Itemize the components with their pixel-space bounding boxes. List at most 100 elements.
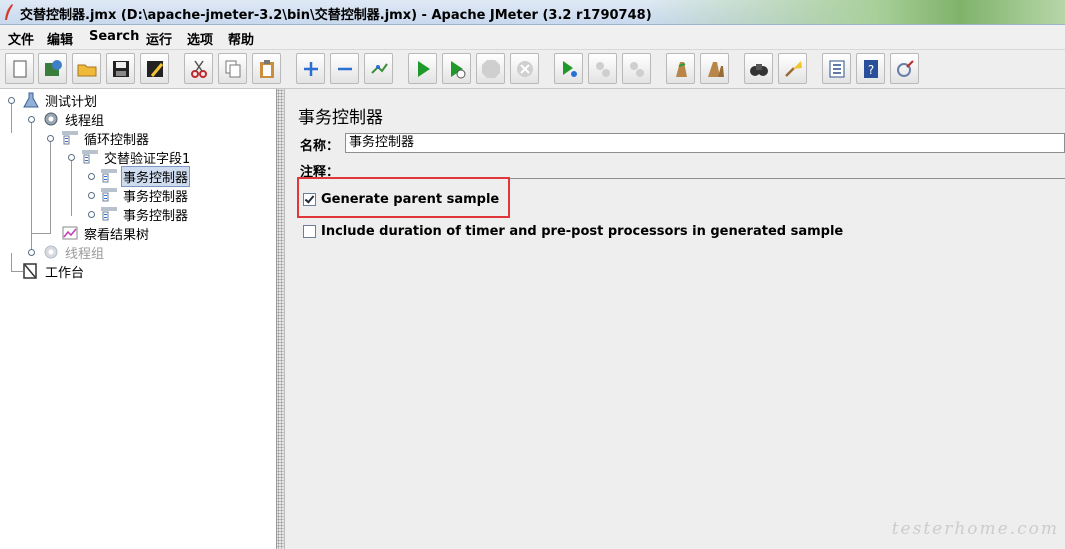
tree-node-interleave-controller[interactable]: 交替验证字段1 <box>81 148 192 167</box>
tree-node-workbench[interactable]: 工作台 <box>22 262 86 281</box>
remote-stop-all-button[interactable] <box>588 53 617 84</box>
save-as-button[interactable] <box>140 53 169 84</box>
expand-handle[interactable] <box>68 154 75 161</box>
split-pane-divider[interactable] <box>277 89 285 549</box>
function-helper-icon <box>829 60 844 77</box>
menu-options[interactable]: 选项 <box>187 29 213 48</box>
expand-handle[interactable] <box>88 211 95 218</box>
checkbox-label: Include duration of timer and pre-post p… <box>321 224 844 239</box>
expand-handle[interactable] <box>88 192 95 199</box>
new-button[interactable] <box>5 53 34 84</box>
checkbox-label: Generate parent sample <box>321 192 500 207</box>
tree-node-transaction-controller-1[interactable]: 事务控制器 <box>100 165 191 187</box>
open-icon <box>77 64 96 76</box>
tree-node-transaction-controller-2[interactable]: 事务控制器 <box>100 186 190 205</box>
toolbar: ? <box>0 50 1065 89</box>
clear-all-button[interactable] <box>700 53 729 84</box>
menu-run[interactable]: 运行 <box>146 29 172 48</box>
expand-handle[interactable] <box>47 135 54 142</box>
log-viewer-button[interactable] <box>890 53 919 84</box>
start-icon <box>417 60 430 77</box>
generate-parent-sample-checkbox[interactable]: Generate parent sample <box>303 192 499 207</box>
expand-icon <box>303 61 318 76</box>
workbench-icon <box>23 263 37 279</box>
tree-node-thread-group[interactable]: 线程组 <box>42 110 106 129</box>
help-icon: ? <box>863 59 878 78</box>
tree-node-label: 线程组 <box>65 246 105 262</box>
checkbox-box[interactable] <box>303 225 316 238</box>
start-no-pause-icon <box>450 60 465 78</box>
menu-help[interactable]: 帮助 <box>228 29 254 48</box>
tree-connector <box>31 233 51 234</box>
menu-edit[interactable]: 编辑 <box>47 29 73 48</box>
tree-node-loop-controller[interactable]: 循环控制器 <box>61 129 151 148</box>
save-button[interactable] <box>106 53 135 84</box>
controller-icon <box>101 207 117 221</box>
thread-group-icon <box>44 112 58 126</box>
toggle-button[interactable] <box>364 53 393 84</box>
tree-node-thread-group-disabled[interactable]: 线程组 <box>42 243 106 262</box>
tree-connector <box>11 103 12 133</box>
comments-field[interactable] <box>341 159 1065 179</box>
clear-button[interactable] <box>666 53 695 84</box>
log-viewer-icon <box>896 59 914 77</box>
controller-icon <box>101 169 117 183</box>
tree-node-view-results-tree[interactable]: 察看结果树 <box>61 224 151 243</box>
expand-handle[interactable] <box>28 249 35 256</box>
watermark: testerhome.com <box>891 519 1059 539</box>
tree-node-label: 察看结果树 <box>84 227 150 243</box>
expand-handle[interactable] <box>28 116 35 123</box>
clear-all-icon <box>707 61 724 77</box>
start-button[interactable] <box>408 53 437 84</box>
menu-search[interactable]: Search <box>89 29 139 44</box>
paste-icon <box>259 59 274 78</box>
tree-connector <box>50 141 51 233</box>
stop-button[interactable] <box>476 53 505 84</box>
copy-button[interactable] <box>218 53 247 84</box>
remote-shutdown-icon <box>629 61 644 77</box>
remote-start-all-button[interactable] <box>554 53 583 84</box>
tree-connector <box>71 161 72 216</box>
shutdown-icon <box>516 60 533 77</box>
search-button[interactable] <box>744 53 773 84</box>
copy-icon <box>225 60 240 77</box>
controller-icon <box>62 131 78 145</box>
title-bar-glow <box>645 0 1065 24</box>
remote-shutdown-all-button[interactable] <box>622 53 651 84</box>
transaction-controller-editor: 事务控制器 名称： 事务控制器 注释： Generate parent samp… <box>286 89 1065 549</box>
listener-icon <box>62 226 78 240</box>
open-button[interactable] <box>72 53 101 84</box>
tree-node-transaction-controller-3[interactable]: 事务控制器 <box>100 205 190 224</box>
new-icon <box>13 60 26 77</box>
reset-search-icon <box>784 60 802 77</box>
start-no-pause-button[interactable] <box>442 53 471 84</box>
save-icon <box>112 60 129 77</box>
expand-handle[interactable] <box>88 173 95 180</box>
cut-button[interactable] <box>184 53 213 84</box>
collapse-all-button[interactable] <box>330 53 359 84</box>
paste-button[interactable] <box>252 53 281 84</box>
stop-icon <box>481 59 500 78</box>
tree-node-label: 事务控制器 <box>123 208 189 224</box>
function-helper-button[interactable] <box>822 53 851 84</box>
expand-all-button[interactable] <box>296 53 325 84</box>
thread-group-icon <box>44 245 58 259</box>
templates-icon <box>44 59 62 76</box>
include-timer-duration-checkbox[interactable]: Include duration of timer and pre-post p… <box>303 224 843 239</box>
menu-file[interactable]: 文件 <box>8 29 34 48</box>
checkbox-box[interactable] <box>303 193 316 206</box>
help-button[interactable]: ? <box>856 53 885 84</box>
save-as-icon <box>146 60 163 77</box>
tree-connector <box>11 253 12 271</box>
expand-handle[interactable] <box>8 97 15 104</box>
jmeter-feather-icon <box>5 4 13 20</box>
menu-bar: 文件 编辑 Search 运行 选项 帮助 <box>0 25 1065 50</box>
remote-start-icon <box>562 60 577 77</box>
shutdown-button[interactable] <box>510 53 539 84</box>
templates-button[interactable] <box>38 53 67 84</box>
reset-search-button[interactable] <box>778 53 807 84</box>
tree-node-test-plan[interactable]: 测试计划 <box>22 91 99 110</box>
svg-text:?: ? <box>867 63 873 77</box>
clear-icon <box>675 61 687 77</box>
name-field[interactable]: 事务控制器 <box>345 133 1065 153</box>
